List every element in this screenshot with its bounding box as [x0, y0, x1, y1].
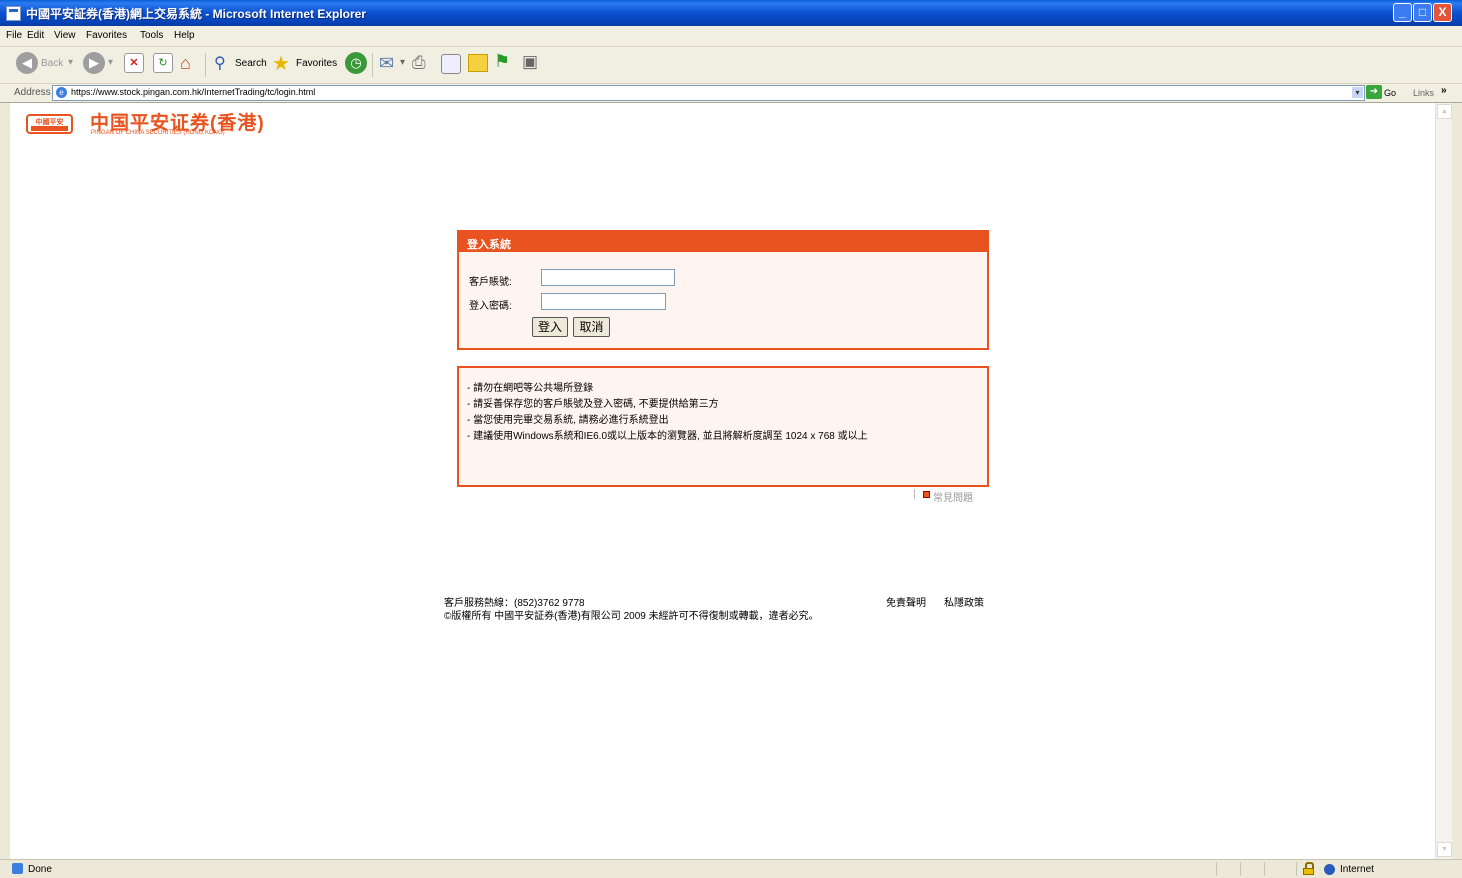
copyright-text: ©版權所有 中國平安証券(香港)有限公司 2009 未經許可不得復制或轉載，違者… [444, 611, 819, 622]
faq-link-text[interactable]: 常見問題 [933, 489, 973, 504]
status-divider [1296, 862, 1297, 876]
security-lock-icon[interactable] [1303, 862, 1314, 875]
window-titlebar[interactable]: 中國平安証券(香港)網上交易系統 - Microsoft Internet Ex… [0, 0, 1462, 26]
edit-icon[interactable] [441, 54, 461, 74]
notice-item: - 建議使用Windows系統和IE6.0或以上版本的瀏覽器, 並且將解析度調至… [467, 431, 868, 442]
links-chevron-icon[interactable]: » [1441, 85, 1447, 96]
login-title: 登入系統 [467, 239, 511, 251]
address-input[interactable]: e https://www.stock.pingan.com.hk/Intern… [52, 85, 1365, 101]
internet-zone-icon [1324, 864, 1335, 875]
home-icon[interactable]: ⌂ [180, 52, 202, 74]
faq-separator [914, 489, 915, 499]
status-divider [1216, 862, 1217, 876]
menu-file[interactable]: File [6, 30, 22, 41]
vertical-scrollbar[interactable]: ▲ ▼ [1435, 103, 1452, 859]
maximize-button[interactable]: □ [1413, 3, 1432, 22]
refresh-icon[interactable]: ↻ [153, 53, 173, 73]
back-arrow-icon[interactable]: ◀ [16, 52, 38, 74]
search-button-label[interactable]: Search [235, 58, 267, 69]
menu-tools[interactable]: Tools [140, 30, 163, 41]
window-title: 中國平安証券(香港)網上交易系統 - Microsoft Internet Ex… [26, 7, 367, 21]
back-dropdown-icon[interactable]: ▾ [68, 57, 73, 68]
search-icon[interactable]: ⚲ [214, 53, 226, 73]
ie-page-icon [12, 863, 23, 874]
forward-dropdown-icon[interactable]: ▾ [108, 57, 113, 68]
print-icon[interactable]: ⎙ [412, 53, 426, 73]
scroll-down-icon[interactable]: ▼ [1437, 842, 1452, 857]
cancel-button[interactable]: 取消 [573, 317, 610, 337]
standard-toolbar: ◀ Back ▾ ▶ ▾ ✕ ↻ ⌂ ⚲ Search ★ Favorites … [0, 47, 1462, 84]
go-button-label[interactable]: Go [1384, 88, 1396, 98]
status-divider [1240, 862, 1241, 876]
favorites-star-icon[interactable]: ★ [272, 51, 290, 76]
login-button[interactable]: 登入 [532, 317, 568, 337]
faq-bullet-icon [923, 491, 930, 498]
messenger-icon[interactable]: ⚑ [494, 51, 510, 72]
account-input[interactable] [541, 269, 675, 286]
forward-arrow-icon[interactable]: ▶ [83, 52, 105, 74]
back-button-label[interactable]: Back [41, 58, 63, 69]
logo-badge-bar [31, 126, 68, 131]
address-dropdown-icon[interactable]: ▾ [1352, 87, 1363, 98]
menu-favorites[interactable]: Favorites [86, 30, 127, 41]
pingan-logo-badge: 中國平安 [26, 114, 73, 134]
notice-item: - 當您使用完畢交易系統, 請務必進行系統登出 [467, 415, 669, 426]
status-bar: Done Internet [0, 859, 1462, 878]
account-label: 客戶賬號: [469, 277, 512, 288]
links-label[interactable]: Links [1413, 88, 1434, 98]
toolbar-separator [372, 53, 373, 77]
toolbar-separator [205, 53, 206, 77]
login-panel: 登入系統 客戶賬號: 登入密碼: 登入 取消 [457, 230, 989, 350]
status-text: Done [28, 864, 52, 875]
favorites-button-label[interactable]: Favorites [296, 58, 337, 69]
notice-item: - 請妥善保存您的客戶賬號及登入密碼, 不要提供給第三方 [467, 399, 719, 410]
status-divider [1264, 862, 1265, 876]
menu-edit[interactable]: Edit [27, 30, 44, 41]
notice-item: - 請勿在網吧等公共場所登錄 [467, 383, 594, 394]
menu-help[interactable]: Help [174, 30, 195, 41]
discuss-icon[interactable] [468, 54, 488, 72]
stop-icon[interactable]: ✕ [124, 53, 144, 73]
disclaimer-link[interactable]: 免責聲明 [886, 594, 926, 609]
scroll-up-icon[interactable]: ▲ [1437, 104, 1452, 119]
company-logo-subtitle: PINGAN OF CHINA SECURITIES (HONG KONG) [91, 130, 225, 136]
page-viewport: 中國平安 中国平安证券(香港) PINGAN OF CHINA SECURITI… [10, 103, 1435, 859]
address-label: Address [14, 87, 51, 98]
close-button[interactable]: X [1433, 3, 1452, 22]
minimize-button[interactable]: _ [1393, 3, 1412, 22]
security-zone-label: Internet [1340, 864, 1374, 875]
ie-page-icon: e [56, 87, 67, 98]
login-panel-header: 登入系統 [459, 232, 987, 252]
password-label: 登入密碼: [469, 301, 512, 312]
history-icon[interactable]: ◷ [345, 52, 367, 74]
address-url[interactable]: https://www.stock.pingan.com.hk/Internet… [71, 87, 315, 97]
address-bar: Address e https://www.stock.pingan.com.h… [0, 84, 1462, 103]
go-arrow-icon[interactable]: ➜ [1366, 85, 1382, 99]
research-icon[interactable]: ▣ [522, 52, 538, 72]
password-input[interactable] [541, 293, 666, 310]
mail-dropdown-icon[interactable]: ▾ [400, 57, 405, 68]
privacy-policy-link[interactable]: 私隱政策 [944, 594, 984, 609]
window-frame [1452, 103, 1462, 859]
menu-bar: File Edit View Favorites Tools Help [0, 26, 1462, 68]
notice-panel: - 請勿在網吧等公共場所登錄 - 請妥善保存您的客戶賬號及登入密碼, 不要提供給… [457, 366, 989, 487]
ie-page-icon [6, 6, 21, 21]
menu-view[interactable]: View [54, 30, 76, 41]
mail-icon[interactable]: ✉ [379, 53, 394, 74]
